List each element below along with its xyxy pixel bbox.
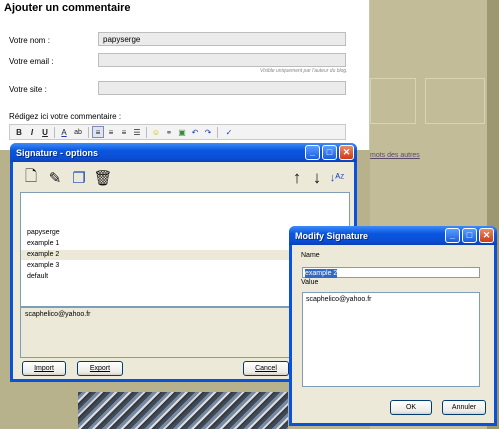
- comment-form: Ajouter un commentaire Votre nom : papys…: [0, 0, 370, 150]
- email-hint: Visible uniquement par l'auteur du blog.: [260, 68, 348, 74]
- ok-button[interactable]: OK: [390, 400, 432, 415]
- email-label: Votre email :: [9, 57, 54, 66]
- maximize-button[interactable]: □: [462, 228, 477, 243]
- background-box: [425, 78, 485, 124]
- align-right-button[interactable]: ≡: [118, 126, 130, 138]
- toolbar-separator: [217, 126, 218, 138]
- minimize-icon: _: [449, 230, 455, 240]
- close-icon: ✕: [482, 230, 491, 240]
- delete-icon[interactable]: 🗑: [93, 167, 113, 189]
- cancel-button[interactable]: Cancel: [243, 361, 289, 376]
- toolbar-separator: [54, 126, 55, 138]
- background-photo: [78, 392, 288, 429]
- move-down-icon[interactable]: ↓: [307, 167, 327, 189]
- import-button[interactable]: Import: [22, 361, 66, 376]
- value-label: Value: [301, 279, 319, 286]
- italic-button[interactable]: I: [26, 126, 38, 138]
- minimize-button[interactable]: _: [445, 228, 460, 243]
- highlight-button[interactable]: ab: [71, 126, 85, 138]
- background-box: [370, 78, 416, 124]
- site-label: Votre site :: [9, 85, 47, 94]
- email-input[interactable]: [98, 53, 346, 67]
- maximize-button[interactable]: □: [322, 145, 337, 160]
- align-center-button[interactable]: ≡: [105, 126, 117, 138]
- smiley-button[interactable]: ☺: [150, 126, 162, 138]
- name-field-value: example 2: [305, 269, 338, 278]
- link-button[interactable]: ⚭: [163, 126, 175, 138]
- sort-az-icon[interactable]: ↓ᴬᶻ: [327, 167, 347, 189]
- window-title: Signature - options: [16, 147, 98, 158]
- list-button[interactable]: ☰: [131, 126, 143, 138]
- name-label: Name: [301, 252, 320, 259]
- close-button[interactable]: ✕: [479, 228, 494, 243]
- value-field[interactable]: scaphelico@yahoo.fr: [302, 292, 480, 387]
- form-title: Ajouter un commentaire: [4, 2, 131, 14]
- align-left-button[interactable]: ≡: [92, 126, 104, 138]
- edit-document-icon[interactable]: ✎: [45, 167, 65, 189]
- redo-button[interactable]: ↷: [202, 126, 214, 138]
- comment-label: Rédigez ici votre commentaire :: [9, 112, 122, 121]
- modify-titlebar[interactable]: Modify Signature _ □ ✕: [289, 226, 497, 245]
- modify-signature-window: Modify Signature _ □ ✕ Name example 2 Va…: [289, 226, 497, 426]
- text-color-button[interactable]: A: [58, 126, 70, 138]
- signature-titlebar[interactable]: Signature - options _ □ ✕: [10, 143, 357, 162]
- maximize-icon: □: [466, 230, 473, 240]
- toolbar-separator: [146, 126, 147, 138]
- minimize-icon: _: [309, 147, 315, 157]
- toolbar-separator: [88, 126, 89, 138]
- minimize-button[interactable]: _: [305, 145, 320, 160]
- background-link[interactable]: mots des autres: [370, 152, 420, 159]
- close-icon: ✕: [342, 147, 351, 157]
- export-button[interactable]: Export: [77, 361, 123, 376]
- name-label: Votre nom :: [9, 36, 50, 45]
- signature-toolbar: 🗋 ✎ ❐ 🗑 ↑ ↓ ↓ᴬᶻ: [19, 167, 348, 191]
- copy-icon[interactable]: ❐: [69, 167, 89, 189]
- name-field[interactable]: example 2: [302, 267, 480, 278]
- new-document-icon[interactable]: 🗋: [21, 167, 41, 189]
- bold-button[interactable]: B: [13, 126, 25, 138]
- move-up-icon[interactable]: ↑: [287, 167, 307, 189]
- annuler-button[interactable]: Annuler: [442, 400, 486, 415]
- close-button[interactable]: ✕: [339, 145, 354, 160]
- underline-button[interactable]: U: [39, 126, 51, 138]
- editor-toolbar: B I U A ab ≡ ≡ ≡ ☰ ☺ ⚭ ▣ ↶ ↷ ✓: [9, 124, 346, 140]
- image-button[interactable]: ▣: [176, 126, 188, 138]
- maximize-icon: □: [326, 147, 333, 157]
- window-title: Modify Signature: [295, 230, 369, 241]
- site-input[interactable]: [98, 81, 346, 95]
- undo-button[interactable]: ↶: [189, 126, 201, 138]
- name-input[interactable]: papyserge: [98, 32, 346, 46]
- spellcheck-button[interactable]: ✓: [221, 126, 237, 138]
